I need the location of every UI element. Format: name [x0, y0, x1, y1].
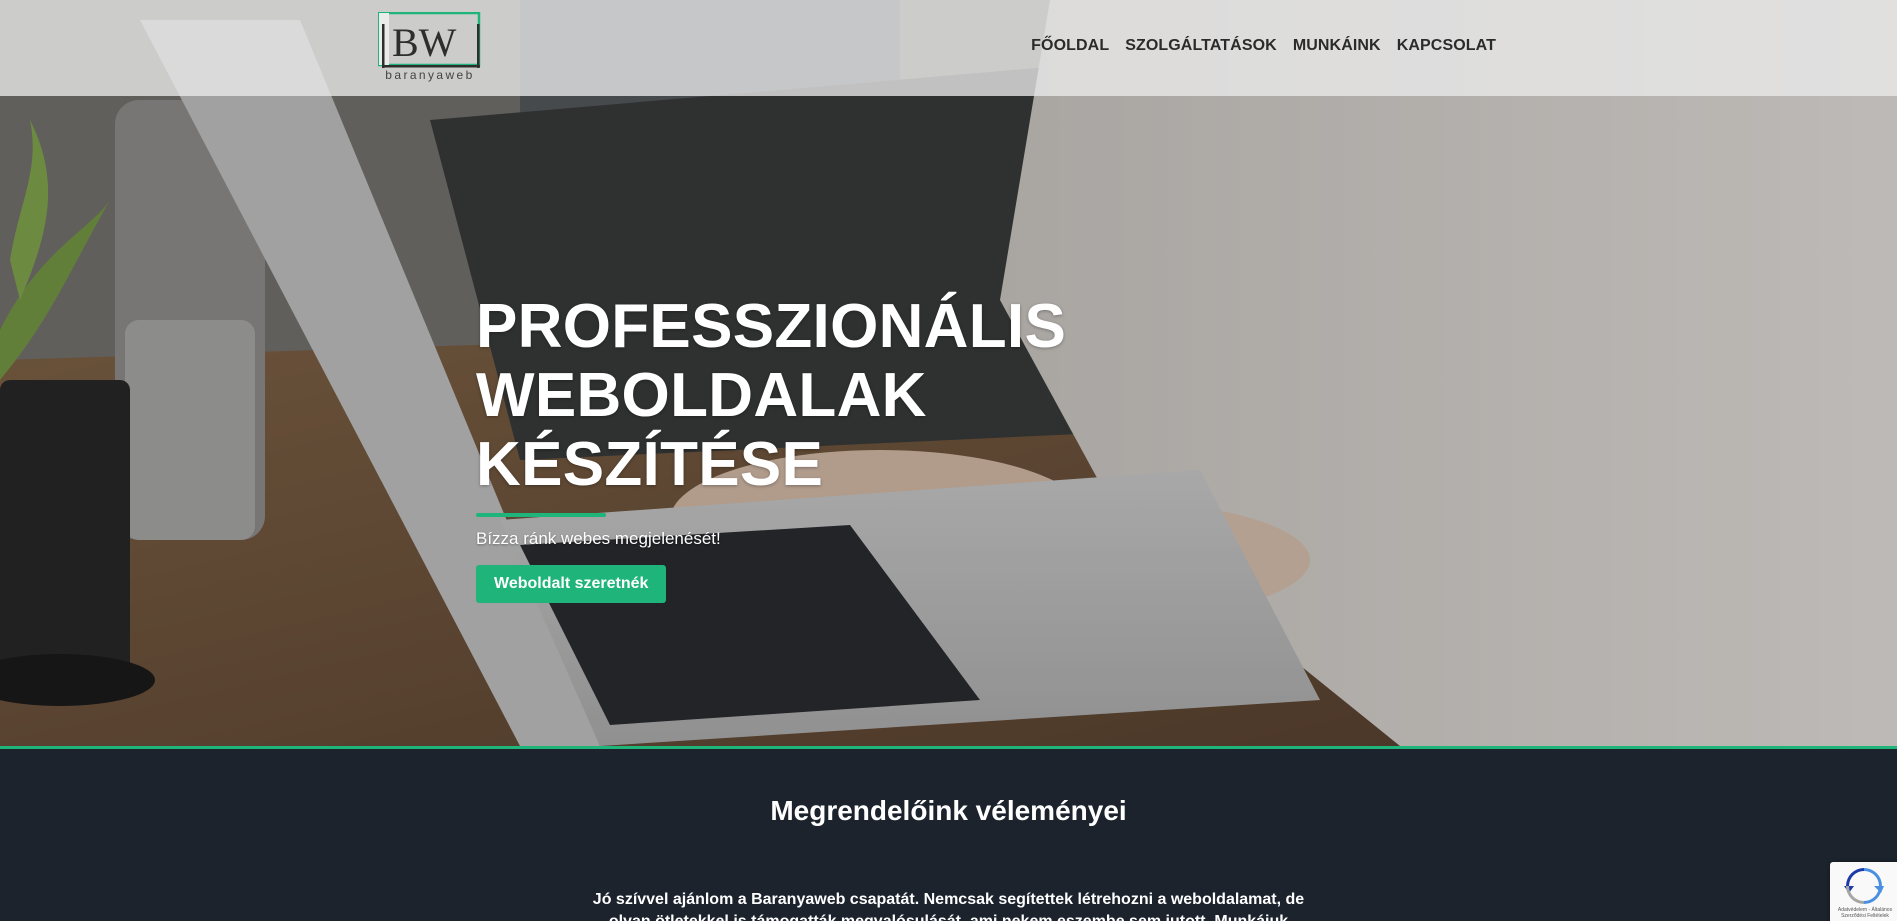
testimonial-quote: Jó szívvel ajánlom a Baranyaweb csapatát… [592, 891, 1305, 921]
logo-wordmark: baranyaweb [385, 68, 475, 82]
hero-title-line2: KÉSZÍTÉSE [476, 430, 824, 499]
logo-letters: BW [392, 20, 457, 65]
hero-content: PROFESSZIONÁLIS WEBOLDALAK KÉSZÍTÉSE Bíz… [476, 292, 1436, 603]
hero-subtitle: Bízza ránk webes megjelenését! [476, 529, 721, 548]
nav-item-kapcsolat[interactable]: KAPCSOLAT [1397, 37, 1496, 55]
recaptcha-icon [1844, 868, 1884, 904]
hero-title-line1: PROFESSZIONÁLIS WEBOLDALAK [476, 292, 1067, 430]
testimonials-section: Megrendelőink véleményei Jó szívvel aján… [0, 749, 1897, 921]
main-nav: FŐOLDAL SZOLGÁLTATÁSOK MUNKÁINK KAPCSOLA… [1031, 37, 1496, 55]
nav-item-munkaink[interactable]: MUNKÁINK [1293, 37, 1381, 55]
nav-item-szolgaltatasok[interactable]: SZOLGÁLTATÁSOK [1125, 37, 1277, 55]
hero-divider [476, 513, 606, 517]
hero-section: PROFESSZIONÁLIS WEBOLDALAK KÉSZÍTÉSE Bíz… [0, 0, 1897, 746]
hero-title: PROFESSZIONÁLIS WEBOLDALAK KÉSZÍTÉSE [476, 292, 1436, 499]
testimonials-title: Megrendelőink véleményei [770, 795, 1127, 826]
logo-icon: BW [378, 12, 481, 68]
recaptcha-badge[interactable]: Adatvédelem - Általános Szerződési Felté… [1830, 862, 1897, 921]
site-header: BW baranyaweb FŐOLDAL SZOLGÁLTATÁSOK MUN… [0, 0, 1897, 96]
cta-button[interactable]: Weboldalt szeretnék [476, 565, 667, 603]
recaptcha-links[interactable]: Adatvédelem - Általános Szerződési Felté… [1834, 907, 1896, 919]
nav-item-fooldal[interactable]: FŐOLDAL [1031, 37, 1109, 55]
